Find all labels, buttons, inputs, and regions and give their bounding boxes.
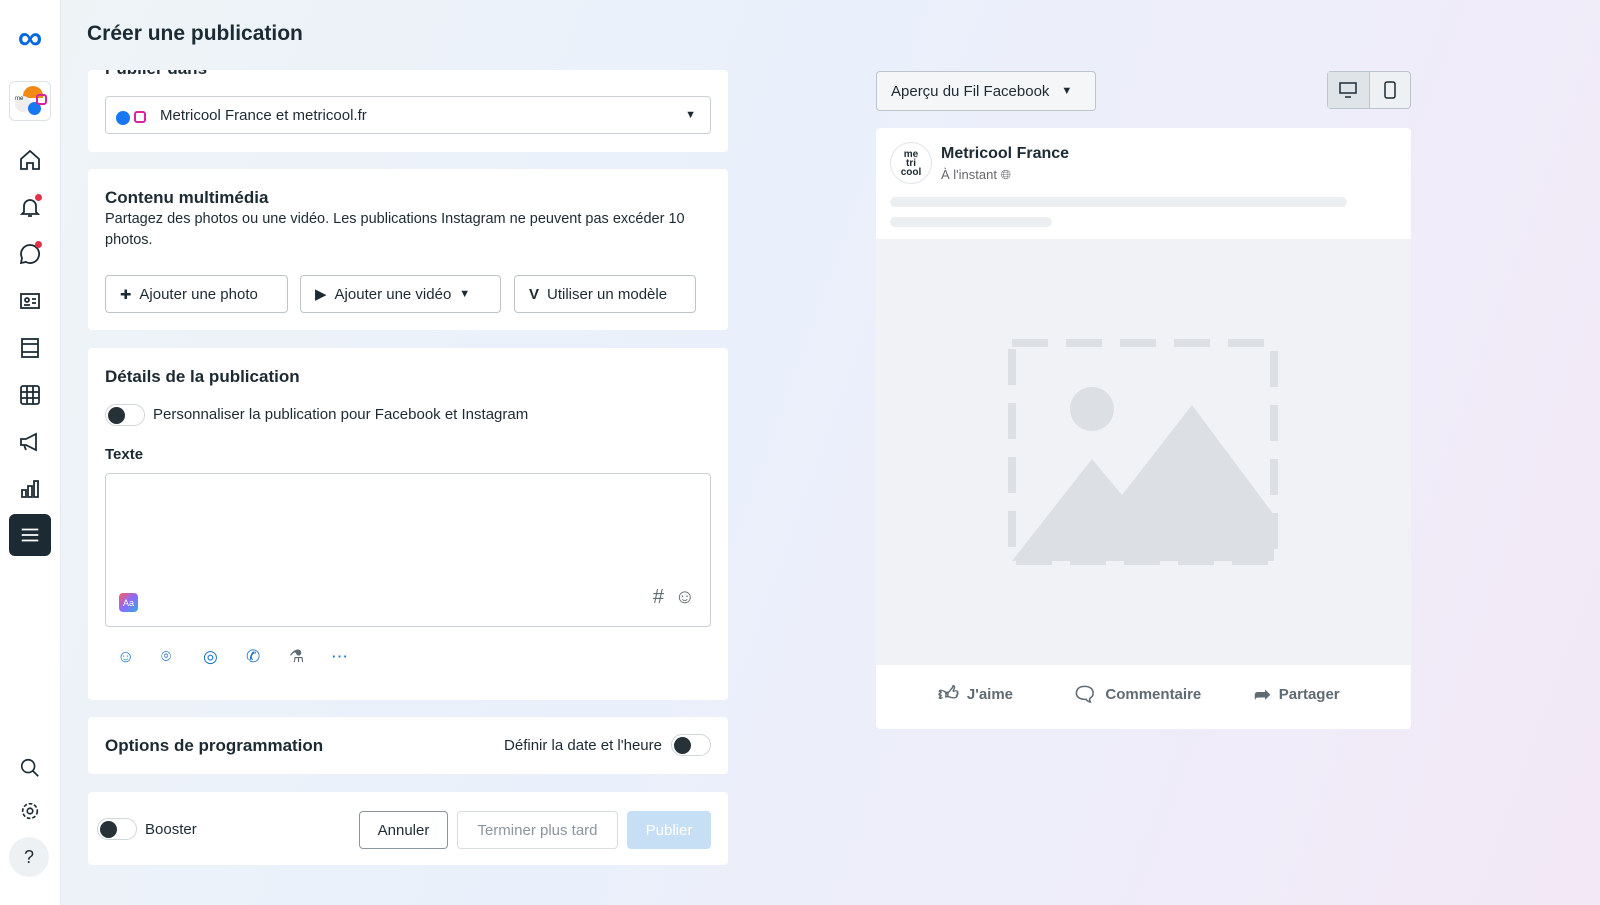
finish-later-button[interactable]: Terminer plus tard: [457, 811, 618, 849]
contacts-icon[interactable]: [14, 285, 46, 317]
messenger-icon[interactable]: ◎: [203, 647, 218, 667]
meta-logo-icon[interactable]: ∞: [14, 19, 46, 57]
page-avatar-text: me tri cool: [900, 148, 922, 178]
customize-toggle[interactable]: [105, 404, 145, 426]
boost-label: Booster: [145, 821, 197, 838]
schedule-title: Options de programmation: [105, 736, 324, 755]
emoji-icon[interactable]: ☺: [675, 586, 695, 609]
comment-button[interactable]: 🗨︎ Commentaire: [1072, 682, 1201, 707]
menu-icon: [21, 528, 39, 542]
ab-test-flask-icon[interactable]: ⚗: [289, 647, 304, 667]
desktop-icon[interactable]: [1328, 72, 1370, 108]
dropdown-caret-icon: ▼: [1061, 85, 1073, 97]
device-switch: [1327, 71, 1411, 109]
publish-in-label: Publier dans: [105, 70, 207, 79]
share-button[interactable]: ➦ Partager: [1254, 682, 1340, 707]
page-title: Créer une publication: [87, 22, 303, 45]
text-format-icon[interactable]: Aa: [119, 593, 138, 612]
notifications-icon[interactable]: [14, 191, 46, 223]
ads-megaphone-icon[interactable]: [14, 426, 46, 458]
template-icon: V: [529, 285, 540, 303]
footer-card: Booster Annuler Terminer plus tard Publi…: [88, 792, 728, 865]
hashtag-icon[interactable]: #: [653, 586, 664, 609]
comment-icon: 🗨︎: [1072, 684, 1098, 706]
text-placeholder: [890, 197, 1347, 207]
like-button[interactable]: 👍︎ J'aime: [938, 682, 1013, 706]
sidebar: ∞ me ?: [0, 0, 61, 905]
home-icon[interactable]: [14, 144, 46, 176]
account-select[interactable]: Metricool France et metricool.fr ▼: [105, 96, 711, 134]
preview-mode-value: Aperçu du Fil Facebook: [891, 82, 1050, 100]
more-options-icon[interactable]: ⋯: [331, 647, 348, 667]
settings-gear-icon[interactable]: [14, 795, 46, 827]
boost-toggle[interactable]: [97, 818, 137, 840]
publish-in-card: Publier dans Metricool France et metrico…: [88, 70, 728, 152]
schedule-card: Options de programmation Définir la date…: [88, 717, 728, 774]
dropdown-caret-icon: ▼: [685, 109, 696, 121]
publish-button[interactable]: Publier: [627, 811, 711, 849]
video-play-icon: ▶: [315, 286, 327, 303]
media-description: Partagez des photos ou une vidéo. Les pu…: [105, 211, 685, 248]
set-date-label: Définir la date et l'heure: [504, 737, 662, 754]
media-title: Contenu multimédia: [105, 188, 269, 207]
customize-label: Personnaliser la publication pour Facebo…: [153, 406, 529, 423]
instagram-icon: [134, 111, 146, 123]
facebook-icon: [116, 111, 130, 125]
feeling-icon[interactable]: ☺: [117, 647, 134, 667]
add-photo-label: Ajouter une photo: [139, 285, 258, 303]
location-pin-icon[interactable]: ⌾: [161, 647, 171, 667]
whatsapp-icon[interactable]: ✆: [246, 647, 260, 667]
thumbs-up-icon: 👍︎: [938, 683, 959, 705]
text-placeholder: [890, 217, 1052, 227]
media-card: Contenu multimédia Partagez des photos o…: [88, 169, 728, 330]
preview-mode-select[interactable]: Aperçu du Fil Facebook ▼: [876, 71, 1096, 111]
image-placeholder: [876, 239, 1411, 665]
mobile-icon[interactable]: [1370, 72, 1411, 108]
help-icon[interactable]: ?: [9, 837, 49, 877]
set-date-toggle[interactable]: [671, 734, 711, 756]
account-avatar[interactable]: me: [9, 81, 51, 121]
globe-icon: 🌐︎: [1000, 167, 1011, 182]
content-icon[interactable]: [14, 332, 46, 364]
details-title: Détails de la publication: [105, 367, 300, 386]
share-icon: ➦: [1254, 684, 1271, 706]
add-video-label: Ajouter une vidéo: [334, 285, 452, 303]
cancel-button[interactable]: Annuler: [359, 811, 448, 849]
menu-button[interactable]: [9, 514, 51, 556]
page-avatar: me tri cool: [890, 142, 932, 184]
use-template-label: Utiliser un modèle: [547, 285, 668, 303]
add-photo-button[interactable]: 🞦 Ajouter une photo: [105, 275, 288, 313]
account-select-value: Metricool France et metricool.fr: [160, 106, 367, 124]
messages-icon[interactable]: [14, 238, 46, 270]
dropdown-caret-icon: ▼: [459, 288, 471, 300]
page-name: Metricool France: [941, 145, 1070, 162]
details-card: Détails de la publication Personnaliser …: [88, 348, 728, 700]
facebook-post-preview: me tri cool Metricool France À l'instant…: [876, 128, 1411, 729]
search-icon[interactable]: [14, 752, 46, 784]
add-photo-icon: 🞦: [120, 285, 132, 303]
use-template-button[interactable]: V Utiliser un modèle: [514, 275, 696, 313]
text-label: Texte: [105, 446, 144, 463]
post-time: À l'instant 🌐︎: [941, 167, 1011, 182]
planner-icon[interactable]: [14, 379, 46, 411]
image-placeholder-icon: [1008, 339, 1278, 565]
insights-chart-icon[interactable]: [14, 473, 46, 505]
add-video-button[interactable]: ▶ Ajouter une vidéo ▼: [300, 275, 501, 313]
text-input[interactable]: Aa # ☺: [105, 473, 711, 627]
